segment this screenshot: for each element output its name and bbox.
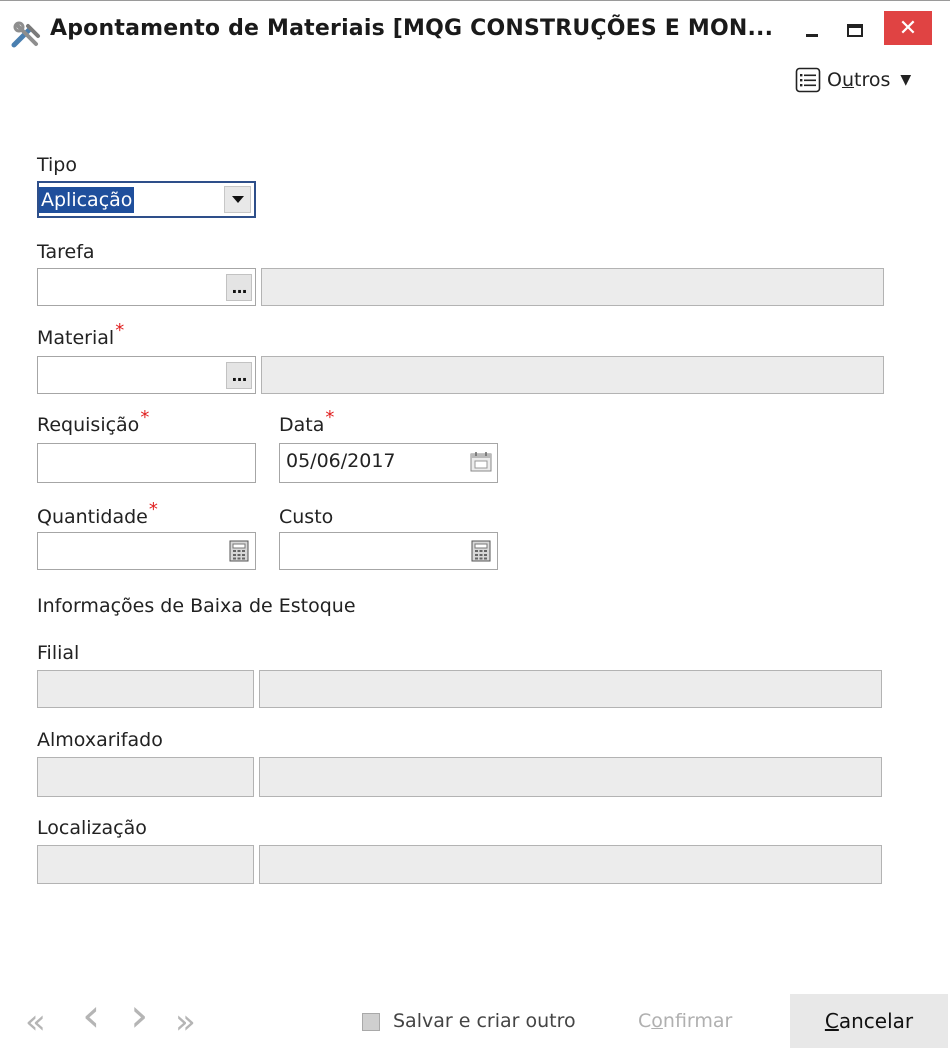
window-top-border <box>0 0 950 1</box>
chevron-down-icon: ▼ <box>900 72 912 88</box>
window-title: Apontamento de Materiais [MQG CONSTRUÇÕE… <box>50 16 774 41</box>
filial-code-field <box>37 670 254 708</box>
chevron-right-icon: › <box>130 988 149 1042</box>
material-lookup-button[interactable]: ... <box>226 362 252 389</box>
almoxarifado-label: Almoxarifado <box>37 729 163 751</box>
tipo-label: Tipo <box>37 154 77 176</box>
data-label: Data* <box>279 407 335 436</box>
calculator-icon <box>229 540 249 561</box>
chevron-down-icon <box>231 196 244 203</box>
double-chevron-left-icon: « <box>25 1002 46 1042</box>
custo-label: Custo <box>279 506 334 528</box>
required-marker: * <box>148 499 158 520</box>
maximize-icon[interactable] <box>840 15 870 45</box>
requisicao-label: Requisição* <box>37 407 150 436</box>
list-icon <box>795 67 821 93</box>
tarefa-description-field <box>261 268 884 306</box>
calendar-icon <box>470 451 492 471</box>
calendar-button[interactable] <box>469 449 493 474</box>
last-record-button[interactable]: » <box>175 1002 196 1042</box>
next-record-button[interactable]: › <box>130 992 148 1038</box>
double-chevron-right-icon: » <box>175 1002 196 1042</box>
cancel-button[interactable]: Cancelar <box>790 994 948 1048</box>
material-description-field <box>261 356 884 394</box>
close-icon: ✕ <box>898 15 918 41</box>
tarefa-lookup-button[interactable]: ... <box>226 274 252 301</box>
outros-menu-button[interactable]: Outros ▼ <box>795 67 911 93</box>
save-and-create-checkbox[interactable] <box>362 1013 380 1031</box>
quantidade-input[interactable] <box>37 532 256 570</box>
almoxarifado-code-field <box>37 757 254 797</box>
tipo-select[interactable]: Aplicação <box>37 181 256 218</box>
stock-section-title: Informações de Baixa de Estoque <box>37 595 356 617</box>
calculator-icon <box>471 540 491 561</box>
material-label: Material* <box>37 320 125 349</box>
localizacao-description-field <box>259 845 882 884</box>
close-button[interactable]: ✕ <box>884 11 932 45</box>
data-value: 05/06/2017 <box>286 450 396 472</box>
requisicao-input[interactable] <box>37 443 256 483</box>
localizacao-code-field <box>37 845 254 884</box>
tipo-dropdown-button[interactable] <box>224 186 251 213</box>
quantidade-calculator-button[interactable] <box>227 538 251 563</box>
chevron-left-icon: ‹ <box>82 988 101 1042</box>
data-date-input[interactable]: 05/06/2017 <box>279 443 498 483</box>
filial-description-field <box>259 670 882 708</box>
required-marker: * <box>140 407 150 428</box>
custo-calculator-button[interactable] <box>469 538 493 563</box>
first-record-button[interactable]: « <box>25 1002 46 1042</box>
custo-input[interactable] <box>279 532 498 570</box>
confirm-button[interactable]: Confirmar <box>638 1010 732 1032</box>
required-marker: * <box>325 407 335 428</box>
tarefa-code-input[interactable]: ... <box>37 268 256 306</box>
almoxarifado-description-field <box>259 757 882 797</box>
outros-label: Outros <box>827 69 891 91</box>
required-marker: * <box>115 320 125 341</box>
localizacao-label: Localização <box>37 817 147 839</box>
material-code-input[interactable]: ... <box>37 356 256 394</box>
quantidade-label: Quantidade* <box>37 499 158 528</box>
minimize-icon[interactable] <box>797 15 827 45</box>
previous-record-button[interactable]: ‹ <box>82 992 100 1038</box>
save-and-create-label[interactable]: Salvar e criar outro <box>393 1010 576 1032</box>
tarefa-label: Tarefa <box>37 241 95 263</box>
filial-label: Filial <box>37 642 80 664</box>
tools-icon <box>11 21 40 48</box>
tipo-selected-value: Aplicação <box>39 187 135 213</box>
